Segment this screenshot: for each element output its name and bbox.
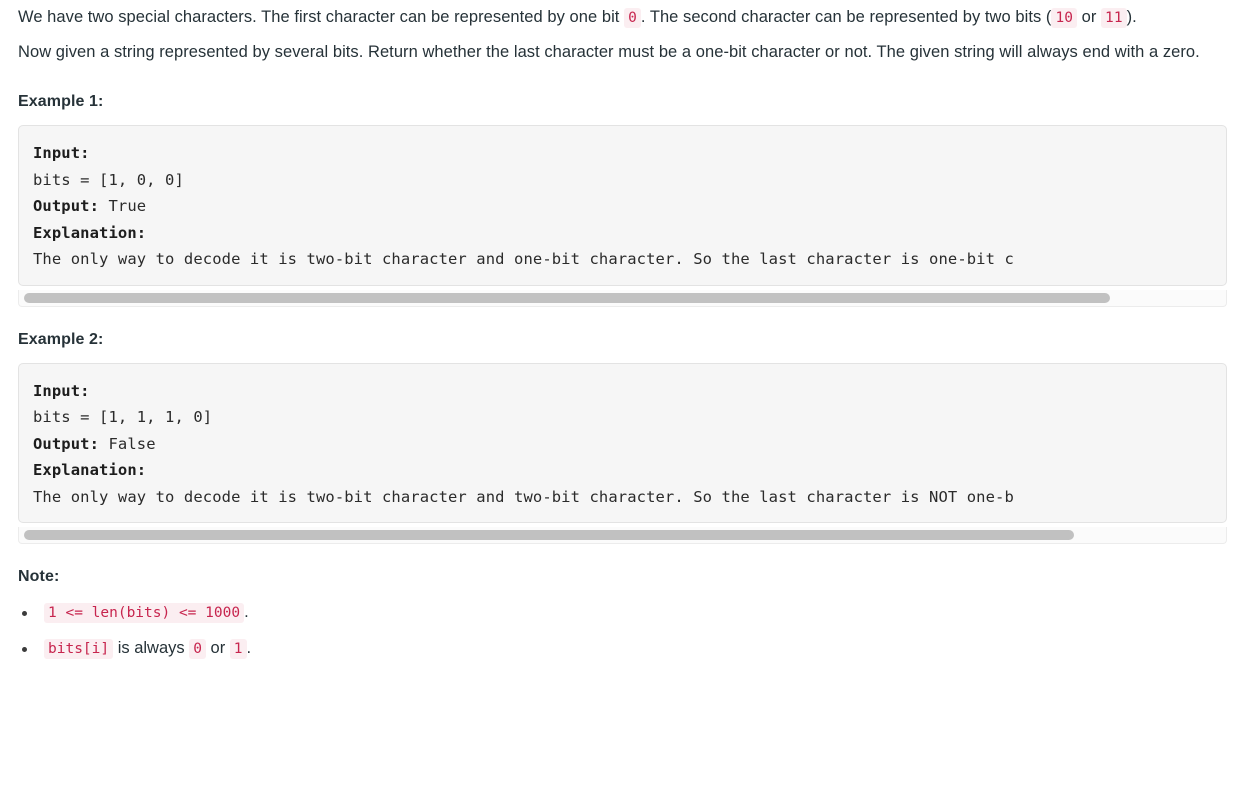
example-1-output-label: Output: [33,197,100,215]
example-1-scrollbar-thumb[interactable] [23,292,1111,303]
note-list-item: 1 <= len(bits) <= 1000. [22,595,1228,631]
example-2-scrollbar-thumb[interactable] [23,530,1074,540]
example-2-code-container: Input: bits = [1, 1, 1, 0] Output: False… [18,362,1227,544]
example-1-input-label: Input: [33,144,90,162]
inline-code: 1 [229,639,247,659]
example-1-explanation-label: Explanation: [33,223,147,242]
problem-description-page: We have two special characters. The firs… [0,0,1240,804]
intro-paragraph-2: Now given a string represented by severa… [18,43,1200,61]
example-1-explanation-value: The only way to decode it is two-bit cha… [33,250,1014,268]
example-1-output-value: True [108,197,147,215]
note-list: 1 <= len(bits) <= 1000. bits[i] is alway… [18,586,1228,667]
example-2-code-block: Input: bits = [1, 1, 1, 0] Output: False… [18,362,1227,523]
inline-code: bits[i] [44,639,114,659]
example-1-input-value: bits = [1, 0, 0] [33,170,184,189]
inline-code: 1 <= len(bits) <= 1000 [44,603,245,623]
example-2-explanation-label: Explanation: [33,461,147,479]
inline-code: 0 [624,8,641,28]
example-2-input-label: Input: [33,381,90,400]
note-heading: Note: [18,568,60,585]
example-1-code-container: Input: bits = [1, 0, 0] Output: True Exp… [18,125,1227,307]
example-2-heading: Example 2: [18,330,104,348]
example-1-code-block: Input: bits = [1, 0, 0] Output: True Exp… [18,125,1227,286]
example-2-input-value: bits = [1, 1, 1, 0] [33,408,213,426]
inline-code: 0 [189,639,206,659]
example-2-code-text: Input: bits = [1, 1, 1, 0] Output: False… [19,378,1226,511]
note-list-item: bits[i] is always 0 or 1. [22,631,1228,667]
example-2-horizontal-scrollbar[interactable] [18,527,1227,544]
example-2-explanation-value: The only way to decode it is two-bit cha… [33,487,1014,506]
example-1-heading: Example 1: [18,93,104,110]
inline-code: 11 [1101,8,1127,28]
example-2-output-label: Output: [33,434,100,453]
inline-code: 10 [1051,8,1077,28]
example-1-horizontal-scrollbar[interactable] [18,289,1227,307]
intro-paragraph-1: We have two special characters. The firs… [18,8,1137,28]
example-1-code-text: Input: bits = [1, 0, 0] Output: True Exp… [19,140,1226,273]
example-2-output-value: False [108,434,156,453]
